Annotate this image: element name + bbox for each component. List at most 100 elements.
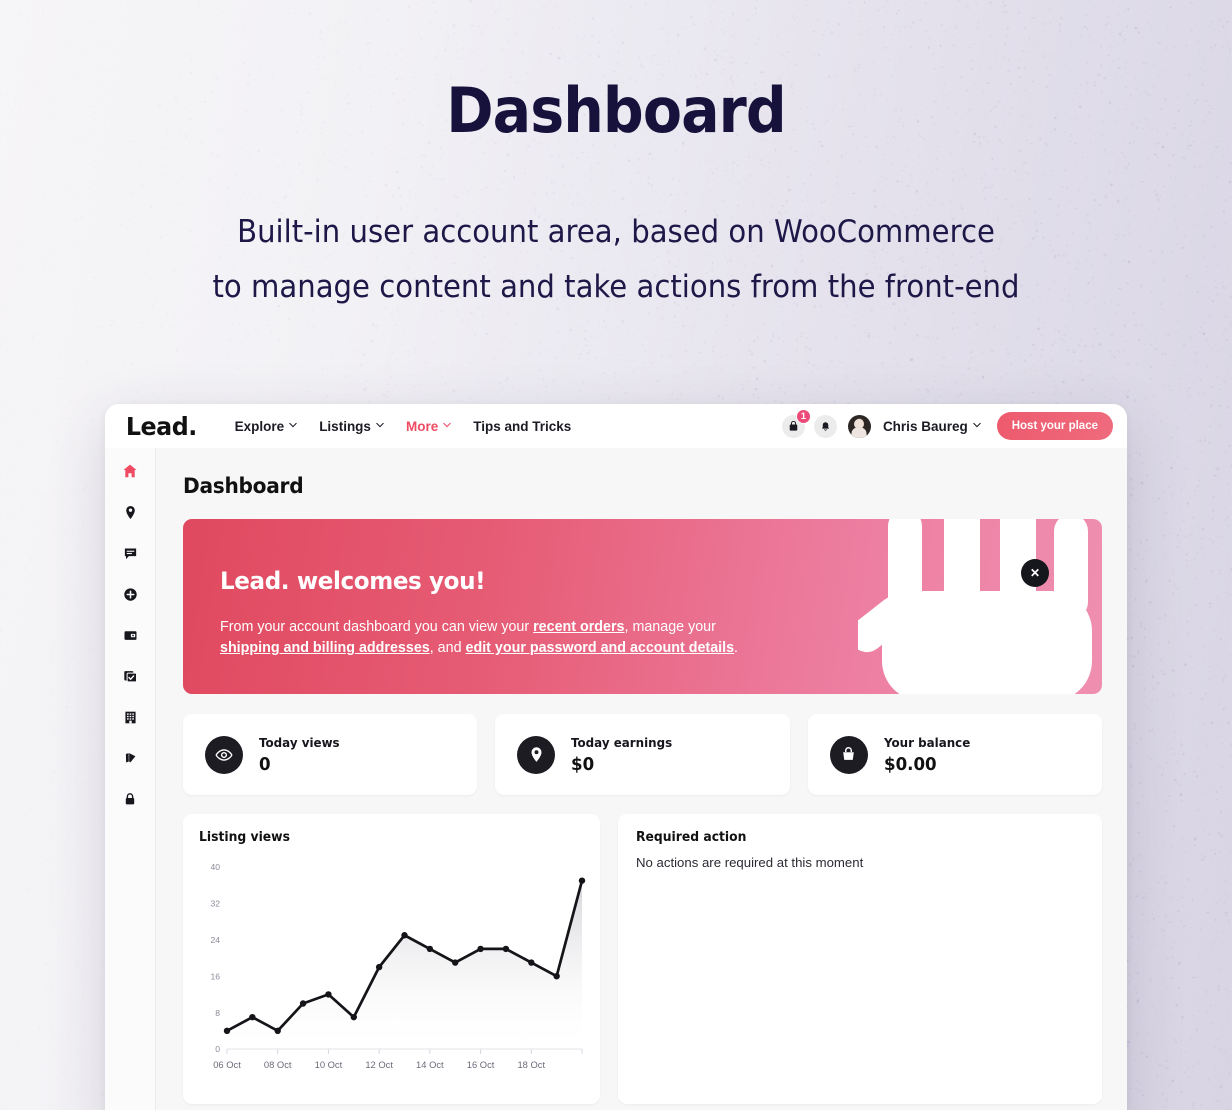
chevron-down-icon xyxy=(289,422,297,430)
nav-label-tips: Tips and Tricks xyxy=(473,419,571,434)
svg-text:24: 24 xyxy=(210,935,220,945)
stat-label: Today views xyxy=(259,735,340,750)
sidebar-item-add-listing[interactable] xyxy=(119,583,141,605)
wallet-icon xyxy=(123,628,138,643)
stat-text-block: Your balance $0.00 xyxy=(884,735,975,775)
welcome-banner: ✕ Lead. welcomes you! From your account … xyxy=(183,519,1102,694)
cart-badge: 1 xyxy=(796,409,811,424)
nav-label-explore: Explore xyxy=(235,419,285,434)
main-nav-links: Explore Listings More Tips and Tricks xyxy=(235,419,572,434)
welcome-text-part1: From your account dashboard you can view… xyxy=(220,619,533,635)
stat-card-row: Today views 0 Today earnings $0 Your bal… xyxy=(183,714,1102,795)
top-navigation-bar: Lead. Explore Listings More Tips and Tri… xyxy=(105,404,1127,448)
welcome-text-part2: , manage your xyxy=(625,619,716,635)
welcome-text: From your account dashboard you can view… xyxy=(220,617,750,659)
location-pin-icon xyxy=(123,505,138,520)
hero-subtitle: Built-in user account area, based on Woo… xyxy=(37,205,1195,315)
chat-bubble-icon xyxy=(123,546,138,561)
sidebar-item-bookings[interactable] xyxy=(119,665,141,687)
welcome-heading: Lead. welcomes you! xyxy=(220,567,1028,595)
avatar[interactable] xyxy=(848,415,871,438)
username-label: Chris Baureg xyxy=(883,419,968,434)
svg-text:32: 32 xyxy=(210,899,220,909)
svg-text:12 Oct: 12 Oct xyxy=(365,1059,393,1070)
sidebar-item-wallet[interactable] xyxy=(119,624,141,646)
user-menu[interactable]: Chris Baureg xyxy=(883,419,981,434)
waving-hand-illustration xyxy=(858,519,1102,694)
eye-icon xyxy=(205,736,243,774)
nav-item-tips-and-tricks[interactable]: Tips and Tricks xyxy=(473,419,571,434)
nav-label-listings: Listings xyxy=(319,419,371,434)
svg-text:08 Oct: 08 Oct xyxy=(264,1059,292,1070)
basket-icon xyxy=(788,421,799,432)
notifications-button[interactable] xyxy=(814,415,837,438)
nav-right-cluster: 1 Chris Baureg Host your place xyxy=(782,412,1113,440)
svg-text:06 Oct: 06 Oct xyxy=(213,1059,241,1070)
required-action-panel: Required action No actions are required … xyxy=(618,814,1102,1104)
hero-section: Dashboard Built-in user account area, ba… xyxy=(0,0,1232,315)
nav-item-explore[interactable]: Explore xyxy=(235,419,298,434)
stat-card-your-balance: Your balance $0.00 xyxy=(808,714,1102,795)
sidebar xyxy=(105,448,156,1110)
sidebar-item-bookmarks[interactable] xyxy=(119,747,141,769)
cart-button[interactable]: 1 xyxy=(782,415,805,438)
building-icon xyxy=(123,710,138,725)
sidebar-item-home[interactable] xyxy=(119,460,141,482)
nav-item-more[interactable]: More xyxy=(406,419,451,434)
brand-logo[interactable]: Lead. xyxy=(126,412,197,441)
listing-views-panel: Listing views 0 8 16 24 32 40 06 Oct 08 Oct 10 O… xyxy=(183,814,600,1104)
svg-text:16 Oct: 16 Oct xyxy=(467,1059,495,1070)
welcome-text-part3: , and xyxy=(430,640,466,656)
recent-orders-link[interactable]: recent orders xyxy=(533,619,624,635)
svg-text:0: 0 xyxy=(215,1044,220,1054)
stat-card-today-earnings: Today earnings $0 xyxy=(495,714,789,795)
bookmark-icon xyxy=(123,751,138,766)
page-heading: Dashboard xyxy=(49,78,1182,143)
stat-value: $0.00 xyxy=(884,755,970,775)
chevron-down-icon xyxy=(376,422,384,430)
sidebar-item-company[interactable] xyxy=(119,706,141,728)
lock-icon xyxy=(123,792,137,806)
chart-title: Listing views xyxy=(199,830,567,845)
dashboard-title: Dashboard xyxy=(183,474,1065,498)
chart-svg: 0 8 16 24 32 40 06 Oct 08 Oct 10 Oct 12 Oct 14 Oct… xyxy=(199,855,588,1083)
task-check-icon xyxy=(123,669,138,684)
nav-item-listings[interactable]: Listings xyxy=(319,419,384,434)
stat-text-block: Today earnings $0 xyxy=(571,735,678,775)
required-action-text: No actions are required at this moment xyxy=(636,855,1084,870)
svg-text:40: 40 xyxy=(210,862,220,872)
plus-circle-icon xyxy=(123,587,138,602)
account-details-link[interactable]: edit your password and account details xyxy=(466,640,735,656)
sidebar-item-locations[interactable] xyxy=(119,501,141,523)
panel-row: Listing views 0 8 16 24 32 40 06 Oct 08 Oct 10 O… xyxy=(183,814,1102,1104)
basket-icon xyxy=(830,736,868,774)
nav-label-more: More xyxy=(406,419,438,434)
stat-value: $0 xyxy=(571,755,672,775)
home-icon xyxy=(122,463,138,479)
svg-text:18 Oct: 18 Oct xyxy=(517,1059,545,1070)
chevron-down-icon xyxy=(973,422,981,430)
sidebar-item-messages[interactable] xyxy=(119,542,141,564)
chevron-down-icon xyxy=(443,422,451,430)
bell-icon xyxy=(820,421,831,432)
close-banner-button[interactable]: ✕ xyxy=(1021,559,1049,587)
addresses-link[interactable]: shipping and billing addresses xyxy=(220,640,430,656)
stat-card-today-views: Today views 0 xyxy=(183,714,477,795)
stat-text-block: Today views 0 xyxy=(259,735,344,775)
listing-views-chart: 0 8 16 24 32 40 06 Oct 08 Oct 10 Oct 12 Oct 14 Oct… xyxy=(199,855,586,1085)
svg-text:10 Oct: 10 Oct xyxy=(315,1059,343,1070)
svg-text:8: 8 xyxy=(215,1008,220,1018)
host-your-place-button[interactable]: Host your place xyxy=(997,412,1113,440)
svg-text:14 Oct: 14 Oct xyxy=(416,1059,444,1070)
app-body: Dashboard ✕ Lead. welcomes you! From you… xyxy=(105,448,1127,1110)
stat-value: 0 xyxy=(259,755,340,775)
hero-subtitle-line-2: to manage content and take actions from … xyxy=(37,260,1195,315)
svg-text:16: 16 xyxy=(210,971,220,981)
app-window: Lead. Explore Listings More Tips and Tri… xyxy=(105,404,1127,1110)
required-action-title: Required action xyxy=(636,830,1062,845)
hero-subtitle-line-1: Built-in user account area, based on Woo… xyxy=(37,205,1195,260)
location-pin-icon xyxy=(517,736,555,774)
main-content: Dashboard ✕ Lead. welcomes you! From you… xyxy=(156,448,1127,1110)
stat-label: Your balance xyxy=(884,735,970,750)
sidebar-item-security[interactable] xyxy=(119,788,141,810)
